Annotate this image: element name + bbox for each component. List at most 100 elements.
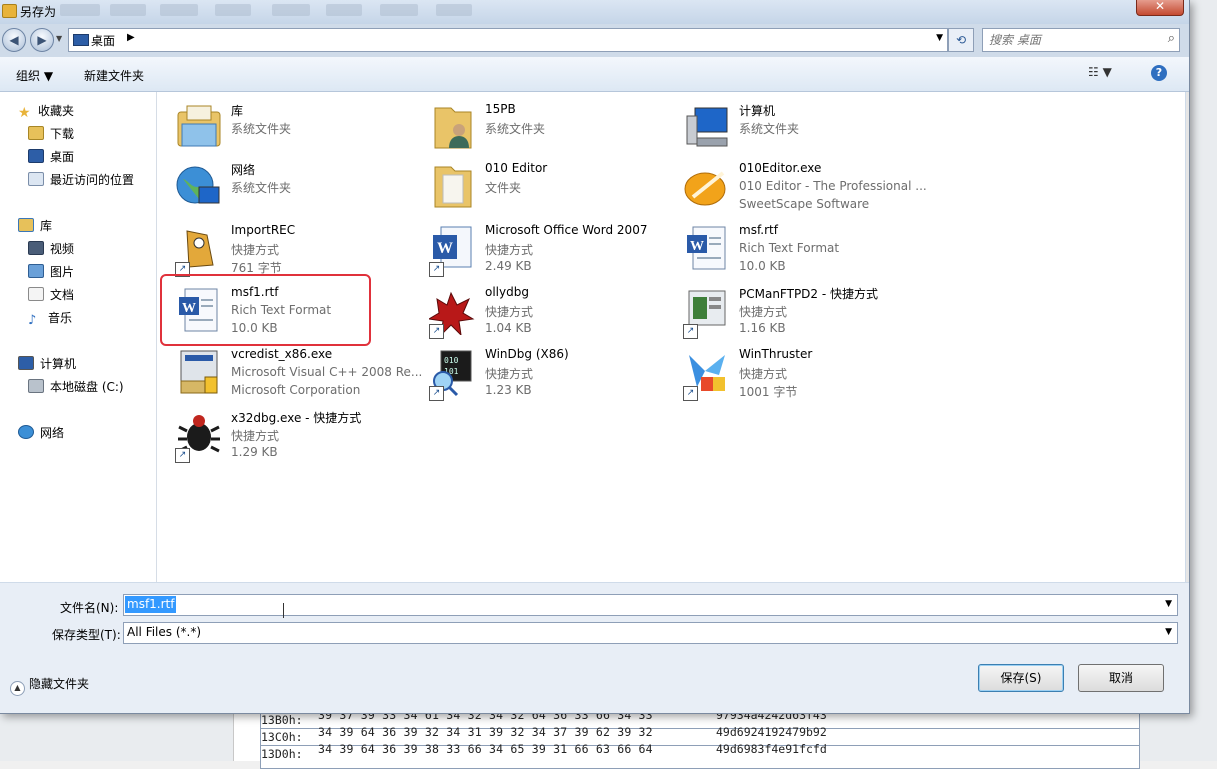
sidebar-item-desktop[interactable]: 桌面: [28, 147, 74, 167]
close-button[interactable]: ✕: [1136, 0, 1184, 16]
svg-text:W: W: [437, 240, 453, 257]
blurred-menu-item: [272, 4, 310, 16]
list-item[interactable]: vcredist_x86.exe Microsoft Visual C++ 20…: [175, 343, 425, 403]
file-type: 快捷方式: [485, 243, 534, 257]
installer-icon: [180, 350, 218, 394]
sidebar-item-recent-places[interactable]: 最近访问的位置: [28, 170, 134, 190]
save-as-dialog: 另存为 ✕ ◀ ▶ ▼ 桌面 ▶ ▼ ⟲ ⌕ 组织 ▼ 新建文件夹 ☷ ▼ ?: [0, 0, 1190, 714]
file-company: SweetScape Software: [739, 197, 870, 211]
search-icon[interactable]: ⌕: [1168, 31, 1175, 46]
cancel-button[interactable]: 取消: [1078, 664, 1164, 692]
forward-button[interactable]: ▶: [30, 28, 54, 52]
list-item[interactable]: W msf.rtf Rich Text Format 10.0 KB: [683, 219, 933, 279]
sidebar-item-label: 库: [40, 219, 53, 233]
file-type: 快捷方式: [231, 429, 280, 443]
file-type: 系统文件夹: [739, 122, 800, 136]
chevron-down-icon[interactable]: ▼: [1165, 627, 1172, 637]
chevron-down-icon[interactable]: ▼: [1165, 599, 1172, 609]
file-name: vcredist_x86.exe: [231, 347, 333, 361]
list-item[interactable]: ↗ PCManFTPD2 - 快捷方式 快捷方式 1.16 KB: [683, 281, 933, 341]
back-button[interactable]: ◀: [2, 28, 26, 52]
list-item[interactable]: ↗ x32dbg.exe - 快捷方式 快捷方式 1.29 KB: [175, 405, 425, 465]
filename-field[interactable]: msf1.rtf ▼: [123, 594, 1178, 616]
search-box[interactable]: ⌕: [982, 28, 1180, 52]
file-name: msf.rtf: [739, 223, 778, 237]
sidebar-item-label: 视频: [50, 242, 75, 256]
hide-folders-toggle[interactable]: ▲ 隐藏文件夹: [10, 675, 89, 696]
filename-value[interactable]: msf1.rtf: [125, 596, 177, 613]
sidebar-item-pictures[interactable]: 图片: [28, 262, 74, 282]
blurred-menu-item: [436, 4, 472, 16]
file-name: 010 Editor: [485, 161, 548, 175]
music-note-icon: ♪: [28, 313, 37, 328]
address-location[interactable]: 桌面: [91, 32, 115, 49]
sidebar-item-videos[interactable]: 视频: [28, 239, 74, 259]
sidebar-item-label: 文档: [50, 288, 75, 302]
shortcut-arrow-icon: ↗: [429, 324, 444, 339]
list-item[interactable]: ↗ ImportREC 快捷方式 761 字节: [175, 219, 425, 279]
breadcrumb-arrow-icon[interactable]: ▶: [127, 32, 135, 43]
shortcut-arrow-icon: ↗: [175, 448, 190, 463]
sidebar-item-downloads[interactable]: 下载: [28, 124, 74, 144]
window-title: 另存为: [20, 5, 57, 19]
blurred-menu-item: [160, 4, 198, 16]
file-type: 系统文件夹: [231, 122, 292, 136]
filetype-value[interactable]: All Files (*.*): [127, 625, 201, 639]
file-size: 1.04 KB: [485, 321, 532, 335]
address-bar[interactable]: 桌面 ▶ ▼: [68, 28, 948, 52]
sidebar-item-label: 最近访问的位置: [50, 173, 135, 187]
sidebar-item-documents[interactable]: 文档: [28, 285, 74, 305]
vertical-scrollbar[interactable]: [1186, 92, 1189, 582]
list-item[interactable]: 网络 系统文件夹: [175, 157, 425, 217]
new-folder-button[interactable]: 新建文件夹: [84, 67, 144, 84]
file-size: 10.0 KB: [739, 259, 786, 273]
filetype-label: 保存类型(T):: [52, 628, 121, 642]
command-toolbar: 组织 ▼ 新建文件夹 ☷ ▼ ?: [0, 57, 1189, 92]
editor-app-icon: [684, 171, 726, 206]
file-name: ImportREC: [231, 223, 296, 237]
list-item[interactable]: 计算机 系统文件夹: [683, 98, 933, 158]
search-input[interactable]: [987, 31, 1157, 49]
save-button[interactable]: 保存(S): [978, 664, 1064, 692]
list-item[interactable]: 010Editor.exe 010 Editor - The Professio…: [683, 157, 933, 217]
sidebar-item-label: 收藏夹: [38, 104, 75, 118]
navigation-bar: ◀ ▶ ▼ 桌面 ▶ ▼ ⟲ ⌕: [0, 24, 1189, 56]
refresh-button[interactable]: ⟲: [948, 28, 974, 52]
list-item[interactable]: ↗ WinThruster 快捷方式 1001 字节: [683, 343, 933, 403]
sidebar-item-music[interactable]: ♪ 音乐: [28, 308, 72, 328]
save-options-panel: 文件名(N): msf1.rtf ▼ 保存类型(T): All Files (*…: [0, 583, 1189, 713]
chevron-up-icon: ▲: [10, 681, 25, 696]
organize-menu[interactable]: 组织 ▼: [16, 67, 53, 84]
file-name: 15PB: [485, 102, 516, 116]
recent-places-icon: [28, 172, 44, 186]
sidebar-item-label: 下载: [50, 127, 75, 141]
sidebar-item-favorites[interactable]: ★ 收藏夹: [18, 101, 74, 121]
hex-row: 13C0h: 34 39 64 36 39 32 34 31 39 32 34 …: [234, 724, 1140, 752]
network-globe-icon: [18, 425, 34, 439]
downloads-folder-icon: [28, 126, 44, 140]
sidebar-item-local-disk[interactable]: 本地磁盘 (C:): [28, 377, 124, 397]
shortcut-arrow-icon: ↗: [429, 262, 444, 277]
pictures-library-icon: [28, 264, 44, 278]
help-icon[interactable]: ?: [1151, 65, 1167, 81]
list-item[interactable]: 010 101 ↗ WinDbg (X86) 快捷方式 1.23 KB: [429, 343, 679, 403]
list-item[interactable]: 库 系统文件夹: [175, 98, 425, 158]
list-item[interactable]: 15PB 系统文件夹: [429, 98, 679, 158]
library-icon: [18, 218, 34, 232]
sidebar-item-computer[interactable]: 计算机: [18, 354, 76, 374]
address-dropdown-icon[interactable]: ▼: [936, 33, 943, 43]
sidebar-item-network[interactable]: 网络: [18, 423, 64, 443]
filetype-select[interactable]: All Files (*.*) ▼: [123, 622, 1178, 644]
title-bar[interactable]: 另存为 ✕: [0, 0, 1189, 24]
sidebar-item-libraries[interactable]: 库: [18, 216, 52, 236]
recent-locations-dropdown[interactable]: ▼: [56, 34, 62, 43]
list-item[interactable]: ↗ ollydbg 快捷方式 1.04 KB: [429, 281, 679, 341]
network-globe-icon: [176, 166, 220, 204]
shortcut-arrow-icon: ↗: [683, 324, 698, 339]
list-item[interactable]: 010 Editor 文件夹: [429, 157, 679, 217]
list-item[interactable]: W ↗ Microsoft Office Word 2007 快捷方式 2.49…: [429, 219, 679, 279]
file-type: 快捷方式: [231, 243, 280, 257]
documents-library-icon: [28, 287, 44, 301]
blurred-menu-item: [380, 4, 418, 16]
view-options-button[interactable]: ☷ ▼: [1088, 65, 1112, 79]
